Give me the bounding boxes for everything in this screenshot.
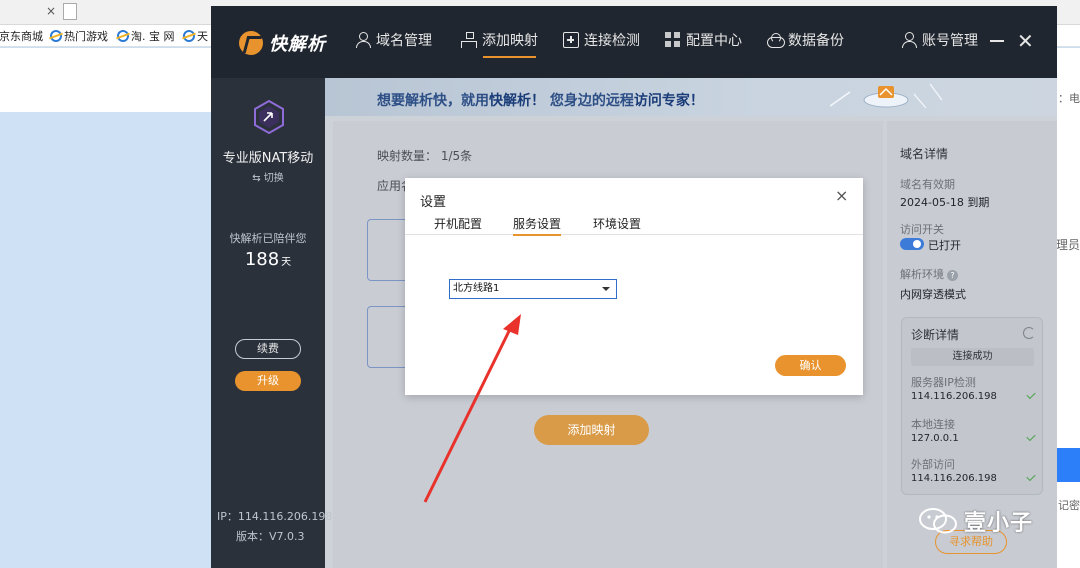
nav-data-backup[interactable]: 数据备份 bbox=[767, 30, 844, 50]
sidebar: 专业版NAT移动 ⇆ 切换 快解析已陪伴您 188 天 续费 升级 IP：114.… bbox=[211, 78, 332, 568]
tab-service-settings[interactable]: 服务设置 bbox=[513, 215, 562, 236]
tab-environment-settings[interactable]: 环境设置 bbox=[593, 215, 641, 232]
plus-box-icon bbox=[563, 32, 579, 48]
nav-domain-management[interactable]: 域名管理 bbox=[355, 30, 432, 50]
days-count: 188 天 bbox=[211, 249, 325, 270]
watermark: 壹小子 bbox=[918, 505, 1033, 537]
confirm-button[interactable]: 确认 bbox=[775, 355, 846, 376]
user-icon bbox=[901, 32, 917, 48]
minimize-button[interactable] bbox=[990, 40, 1004, 42]
user-icon bbox=[355, 32, 371, 48]
nav-config-center[interactable]: 配置中心 bbox=[665, 30, 742, 50]
app-logo: 快解析 bbox=[239, 30, 326, 56]
validity-value: 2024-05-18 到期 bbox=[900, 196, 990, 209]
days-unit: 天 bbox=[281, 257, 292, 268]
days-label: 快解析已陪伴您 bbox=[229, 232, 307, 245]
settings-dialog: 设置 × 开机配置 服务设置 环境设置 北方线路1 确认 bbox=[405, 178, 863, 395]
line-select[interactable]: 北方线路1 bbox=[449, 279, 617, 299]
dialog-close-button[interactable]: × bbox=[835, 187, 848, 205]
window-close-button[interactable]: ✕ bbox=[1017, 29, 1034, 53]
check-icon bbox=[1026, 431, 1036, 442]
check-icon bbox=[1026, 471, 1036, 482]
grid-icon bbox=[665, 32, 681, 48]
favorite-tian[interactable]: 天 bbox=[183, 28, 208, 44]
renew-button[interactable]: 续费 bbox=[235, 339, 301, 359]
wechat-icon bbox=[919, 508, 957, 534]
top-bar: 快解析 域名管理 添加映射 连接检测 配置中心 数据备份 账号管理 ✕ bbox=[211, 6, 1057, 78]
plan-name: 专业版NAT移动 bbox=[222, 151, 314, 166]
dialog-title: 设置 bbox=[420, 195, 447, 210]
nav-add-mapping[interactable]: 添加映射 bbox=[461, 30, 538, 58]
diag-item-label: 外部访问 bbox=[911, 458, 955, 471]
add-mapping-button[interactable]: 添加映射 bbox=[534, 415, 649, 445]
diag-item-label: 本地连接 bbox=[911, 418, 955, 431]
diag-item-value: 114.116.206.198 bbox=[911, 391, 997, 402]
switch-plan-link[interactable]: ⇆ 切换 bbox=[211, 169, 325, 184]
diagnostics-title: 诊断详情 bbox=[911, 328, 960, 342]
right-fragment-text: ：电 bbox=[1058, 92, 1080, 105]
tab-close-button[interactable]: × bbox=[46, 4, 56, 18]
right-fragment-text: 记密 bbox=[1058, 499, 1080, 512]
domain-details-panel: 域名详情 域名有效期 2024-05-18 到期 访问开关 已打开 解析环境? … bbox=[887, 121, 1057, 568]
watermark-text: 壹小子 bbox=[964, 511, 1034, 536]
access-state: 已打开 bbox=[928, 239, 961, 252]
validity-label: 域名有效期 bbox=[900, 178, 955, 191]
client-ip: IP：114.116.206.198 bbox=[217, 510, 333, 523]
tab-startup-config[interactable]: 开机配置 bbox=[434, 215, 482, 232]
env-value: 内网穿透模式 bbox=[900, 288, 966, 301]
refresh-icon[interactable] bbox=[1023, 327, 1035, 339]
network-icon bbox=[461, 32, 477, 48]
app-version: 版本：V7.0.3 bbox=[236, 530, 305, 543]
env-label: 解析环境? bbox=[900, 266, 958, 282]
check-icon bbox=[1026, 389, 1036, 400]
help-icon[interactable]: ? bbox=[947, 270, 958, 281]
cloud-icon bbox=[767, 32, 785, 48]
plan-badge-icon bbox=[254, 100, 284, 134]
access-toggle[interactable] bbox=[900, 238, 924, 250]
ie-icon bbox=[50, 30, 62, 42]
browser-right-fragment bbox=[1056, 78, 1080, 568]
access-switch-label: 访问开关 bbox=[900, 223, 944, 236]
nav-connection-check[interactable]: 连接检测 bbox=[563, 30, 640, 50]
nav-account-management[interactable]: 账号管理 bbox=[901, 30, 978, 50]
favorite-games[interactable]: 热门游戏 bbox=[50, 28, 108, 44]
favorite-jd[interactable]: 京东商城 bbox=[0, 28, 43, 44]
new-page-icon[interactable] bbox=[63, 3, 77, 20]
banner-slogan: 想要解析快，就用快解析！ 您身边的远程访问专家！ bbox=[377, 93, 704, 109]
diag-item-value: 114.116.206.198 bbox=[911, 473, 997, 484]
promo-banner: 想要解析快，就用快解析！ 您身边的远程访问专家！ bbox=[325, 78, 1057, 116]
mapping-count: 映射数量： 1/5条 bbox=[377, 149, 473, 163]
right-fragment-blue-button[interactable] bbox=[1056, 448, 1080, 482]
favorite-taobao[interactable]: 淘. 宝 网 bbox=[117, 28, 175, 44]
upgrade-button[interactable]: 升级 bbox=[235, 371, 301, 391]
ie-icon bbox=[183, 30, 195, 42]
ie-icon bbox=[117, 30, 129, 42]
chevron-down-icon bbox=[602, 287, 610, 291]
diag-item-label: 服务器IP检测 bbox=[911, 376, 976, 389]
details-title: 域名详情 bbox=[900, 147, 949, 161]
logo-icon bbox=[239, 31, 263, 55]
brand-name: 快解析 bbox=[269, 34, 326, 55]
banner-illustration bbox=[830, 83, 943, 109]
dialog-tabs: 开机配置 服务设置 环境设置 bbox=[405, 215, 863, 236]
diag-item-value: 127.0.0.1 bbox=[911, 433, 959, 444]
connection-status: 连接成功 bbox=[911, 348, 1034, 366]
diagnostics-card: 诊断详情 连接成功 服务器IP检测 114.116.206.198 本地连接 1… bbox=[901, 317, 1043, 495]
right-fragment-text: 理员 bbox=[1056, 238, 1080, 252]
days-number: 188 bbox=[244, 249, 280, 270]
